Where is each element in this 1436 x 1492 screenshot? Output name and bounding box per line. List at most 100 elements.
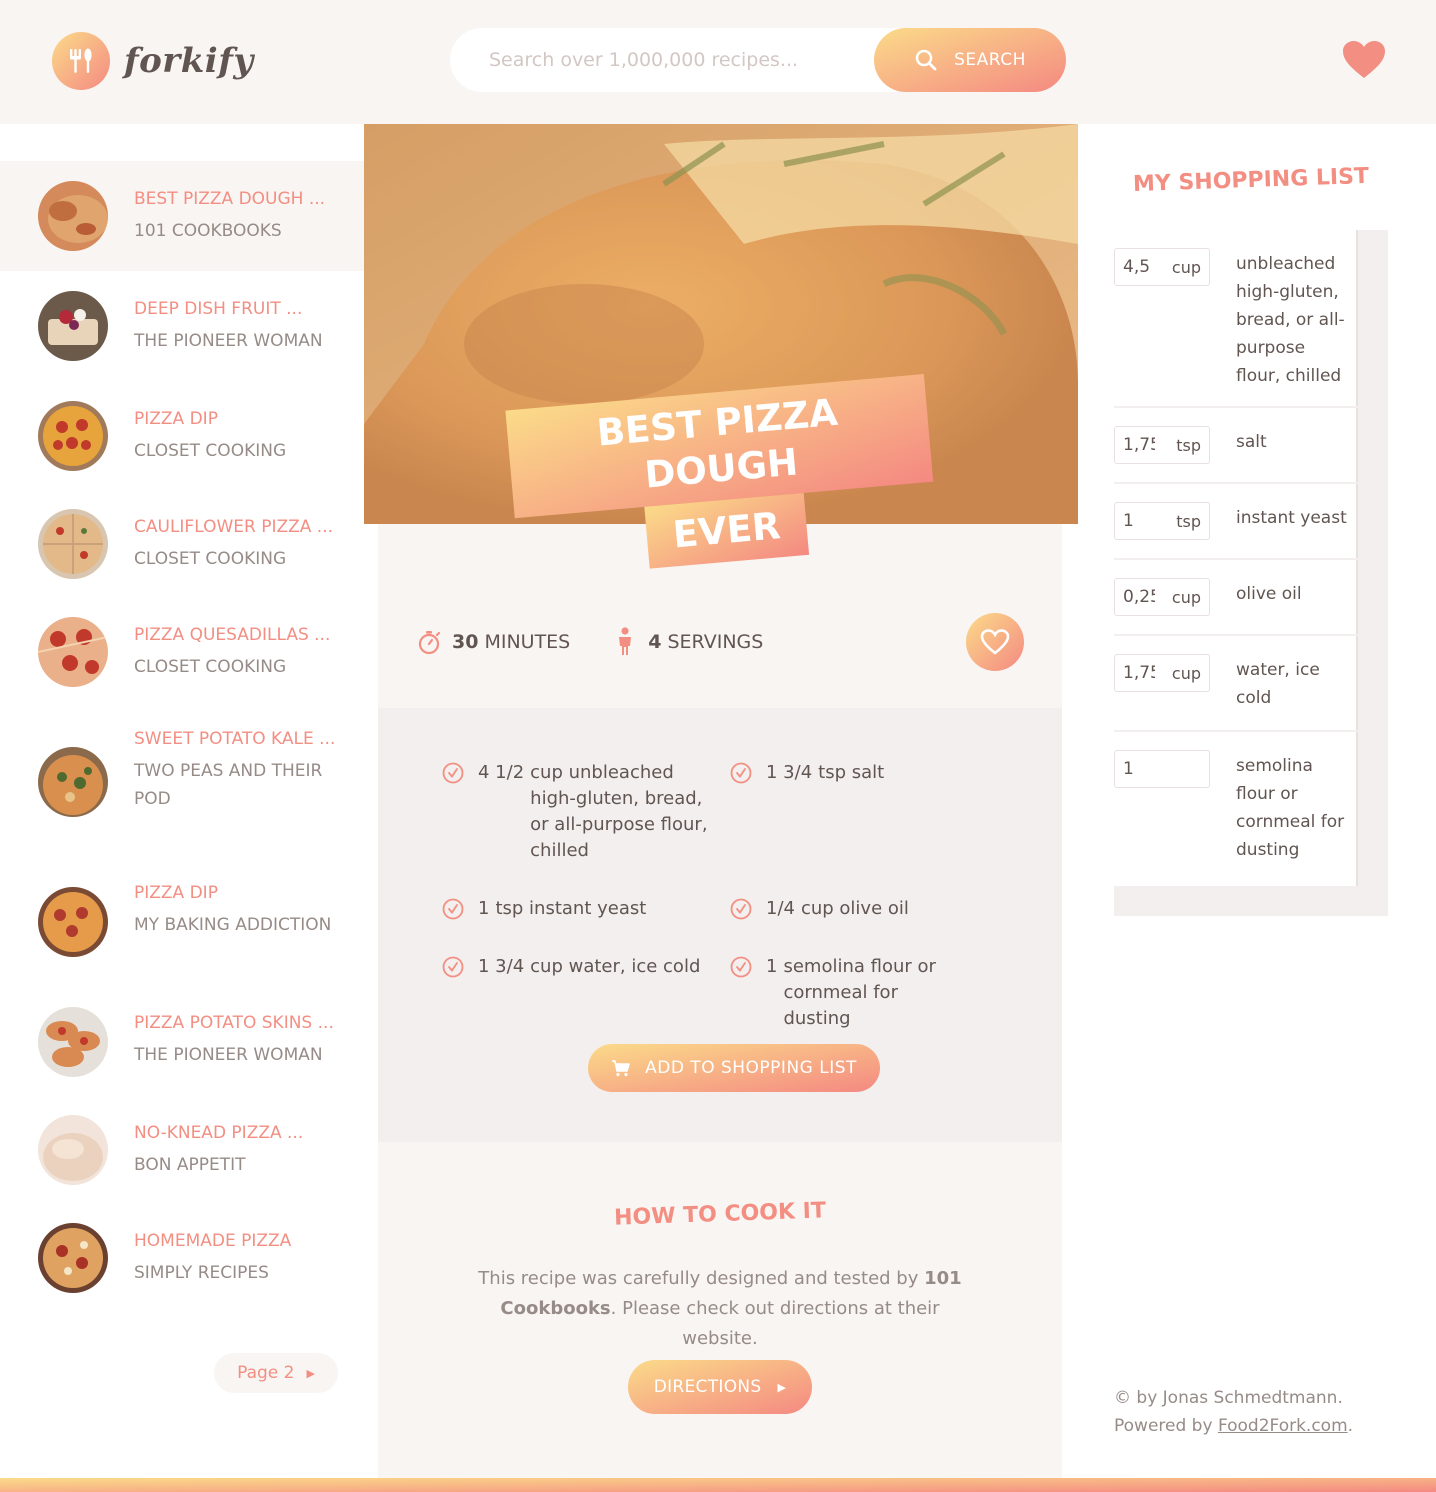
result-item[interactable]: DEEP DISH FRUIT ... THE PIONEER WOMAN: [0, 271, 364, 381]
ingredient-item: 4 1/2 cup unbleached high-gluten, bread,…: [442, 760, 712, 864]
result-author: TWO PEAS AND THEIR POD: [134, 761, 323, 809]
logo[interactable]: forkify: [52, 32, 254, 90]
shopping-item: tsp salt: [1114, 408, 1358, 484]
recipe-details: 30 MINUTES 4 SERVINGS: [378, 613, 1062, 671]
shopping-list-items: cup unbleached high-gluten, bread, or al…: [1114, 230, 1358, 886]
result-item[interactable]: BEST PIZZA DOUGH ... 101 COOKBOOKS: [0, 161, 364, 271]
result-item[interactable]: PIZZA QUESADILLAS ... CLOSET COOKING: [0, 597, 364, 707]
shopping-count-input[interactable]: [1123, 759, 1155, 779]
result-author: CLOSET COOKING: [134, 441, 287, 461]
shopping-item-desc: semolina flour or cornmeal for dusting: [1236, 756, 1345, 860]
shopping-item-count: cup: [1114, 578, 1210, 616]
result-author: THE PIONEER WOMAN: [134, 331, 323, 351]
result-image: [38, 617, 108, 687]
caret-right-icon: ▶: [306, 1366, 315, 1380]
shopping-item-unit: cup: [1171, 587, 1201, 607]
result-title: DEEP DISH FRUIT ...: [134, 299, 303, 319]
ingredient-item: 1 tsp instant yeast: [442, 896, 712, 922]
search-input[interactable]: [489, 49, 869, 71]
pagination-next-button[interactable]: Page 2 ▶: [214, 1353, 338, 1393]
result-title: BEST PIZZA DOUGH ...: [134, 189, 326, 209]
result-image: [38, 747, 108, 817]
result-author: 101 COOKBOOKS: [134, 221, 282, 241]
result-author: THE PIONEER WOMAN: [134, 1045, 323, 1065]
shopping-item-count: tsp: [1114, 502, 1210, 540]
timer-icon: [418, 631, 441, 655]
shopping-count-input[interactable]: [1123, 663, 1155, 683]
result-author: BON APPETIT: [134, 1155, 246, 1175]
ingredient-desc: tsp instant yeast: [495, 898, 647, 919]
check-icon: [730, 898, 752, 920]
result-item[interactable]: PIZZA DIP CLOSET COOKING: [0, 381, 364, 491]
fork-knife-icon: [52, 32, 110, 90]
result-item[interactable]: PIZZA DIP MY BAKING ADDICTION: [0, 863, 364, 993]
result-image: [38, 887, 108, 957]
shopping-count-input[interactable]: [1123, 257, 1155, 277]
result-item[interactable]: HOMEMADE PIZZA SIMPLY RECIPES: [0, 1211, 364, 1321]
result-title: HOMEMADE PIZZA: [134, 1231, 292, 1251]
how-to-cook-text: This recipe was carefully designed and t…: [464, 1264, 976, 1354]
result-title: CAULIFLOWER PIZZA ...: [134, 517, 334, 537]
heart-outline-icon: [980, 629, 1010, 655]
ingredient-desc: semolina flour or cornmeal for dusting: [783, 956, 936, 1029]
ingredient-item: 1 3/4 tsp salt: [730, 760, 990, 786]
shopping-item: cup unbleached high-gluten, bread, or al…: [1114, 230, 1358, 408]
result-image: [38, 1115, 108, 1185]
shopping-item-desc: instant yeast: [1236, 508, 1347, 528]
recipe-servings: 4 SERVINGS: [612, 627, 763, 657]
result-image: [38, 181, 108, 251]
search-button-label: SEARCH: [954, 50, 1026, 70]
recipe-love-button[interactable]: [966, 613, 1024, 671]
search-button[interactable]: SEARCH: [874, 28, 1066, 92]
shopping-item: cup olive oil: [1114, 560, 1358, 636]
shopping-item-unit: cup: [1171, 663, 1201, 683]
shopping-list: MY SHOPPING LIST cup unbleached high-glu…: [1078, 124, 1436, 1478]
shopping-item-unit: tsp: [1176, 435, 1201, 455]
shopping-count-input[interactable]: [1123, 511, 1155, 531]
ingredient-qty: 1 3/4: [478, 956, 525, 977]
shopping-item-unit: tsp: [1176, 511, 1201, 531]
likes-heart-icon[interactable]: [1342, 40, 1386, 84]
recipe: BEST PIZZA DOUGH EVER 30 MINUTES 4 SERVI…: [364, 124, 1078, 1478]
result-title: PIZZA QUESADILLAS ...: [134, 625, 331, 645]
shopping-item-desc: salt: [1236, 432, 1267, 452]
recipe-minutes-label: MINUTES: [484, 631, 571, 653]
food2fork-link[interactable]: Food2Fork.com: [1218, 1416, 1348, 1436]
ingredient-qty: 1: [478, 898, 490, 919]
result-image: [38, 1007, 108, 1077]
result-item[interactable]: NO-KNEAD PIZZA ... BON APPETIT: [0, 1103, 364, 1213]
add-to-shopping-list-label: ADD TO SHOPPING LIST: [645, 1058, 857, 1078]
result-image: [38, 401, 108, 471]
shopping-item-count: cup: [1114, 654, 1210, 692]
ingredient-desc: cup water, ice cold: [530, 956, 701, 977]
recipe-duration: 30 MINUTES: [416, 629, 570, 655]
check-icon: [442, 956, 464, 978]
caret-right-icon: ▶: [777, 1380, 787, 1394]
logo-text: forkify: [124, 41, 254, 81]
copyright: © by Jonas Schmedtmann. Powered by Food2…: [1114, 1384, 1353, 1440]
result-item[interactable]: PIZZA POTATO SKINS ... THE PIONEER WOMAN: [0, 993, 364, 1103]
shopping-item-desc: olive oil: [1236, 584, 1302, 604]
shopping-count-input[interactable]: [1123, 435, 1155, 455]
result-title: PIZZA DIP: [134, 409, 218, 429]
directions-button[interactable]: DIRECTIONS ▶: [628, 1360, 812, 1414]
shopping-item: cup water, ice cold: [1114, 636, 1358, 732]
how-to-cook-text-part1: This recipe was carefully designed and t…: [478, 1268, 919, 1289]
ingredient-qty: 1 3/4: [766, 762, 813, 783]
result-item[interactable]: SWEET POTATO KALE ... TWO PEAS AND THEIR…: [0, 705, 364, 865]
result-title: PIZZA POTATO SKINS ...: [134, 1013, 334, 1033]
search-form: SEARCH: [450, 28, 1066, 92]
shopping-item-unit: cup: [1171, 257, 1201, 277]
shopping-item: semolina flour or cornmeal for dusting: [1114, 732, 1358, 886]
ingredient-item: 1 semolina flour or cornmeal for dusting: [730, 954, 970, 1032]
ingredient-desc: cup unbleached high-gluten, bread, or al…: [530, 762, 708, 861]
result-author: CLOSET COOKING: [134, 657, 287, 677]
shopping-item-desc: water, ice cold: [1236, 660, 1320, 708]
result-item[interactable]: CAULIFLOWER PIZZA ... CLOSET COOKING: [0, 489, 364, 599]
check-icon: [730, 762, 752, 784]
check-icon: [442, 898, 464, 920]
search-icon: [915, 49, 937, 71]
add-to-shopping-list-button[interactable]: ADD TO SHOPPING LIST: [588, 1044, 880, 1092]
shopping-list-panel[interactable]: cup unbleached high-gluten, bread, or al…: [1114, 230, 1388, 916]
shopping-count-input[interactable]: [1123, 587, 1155, 607]
